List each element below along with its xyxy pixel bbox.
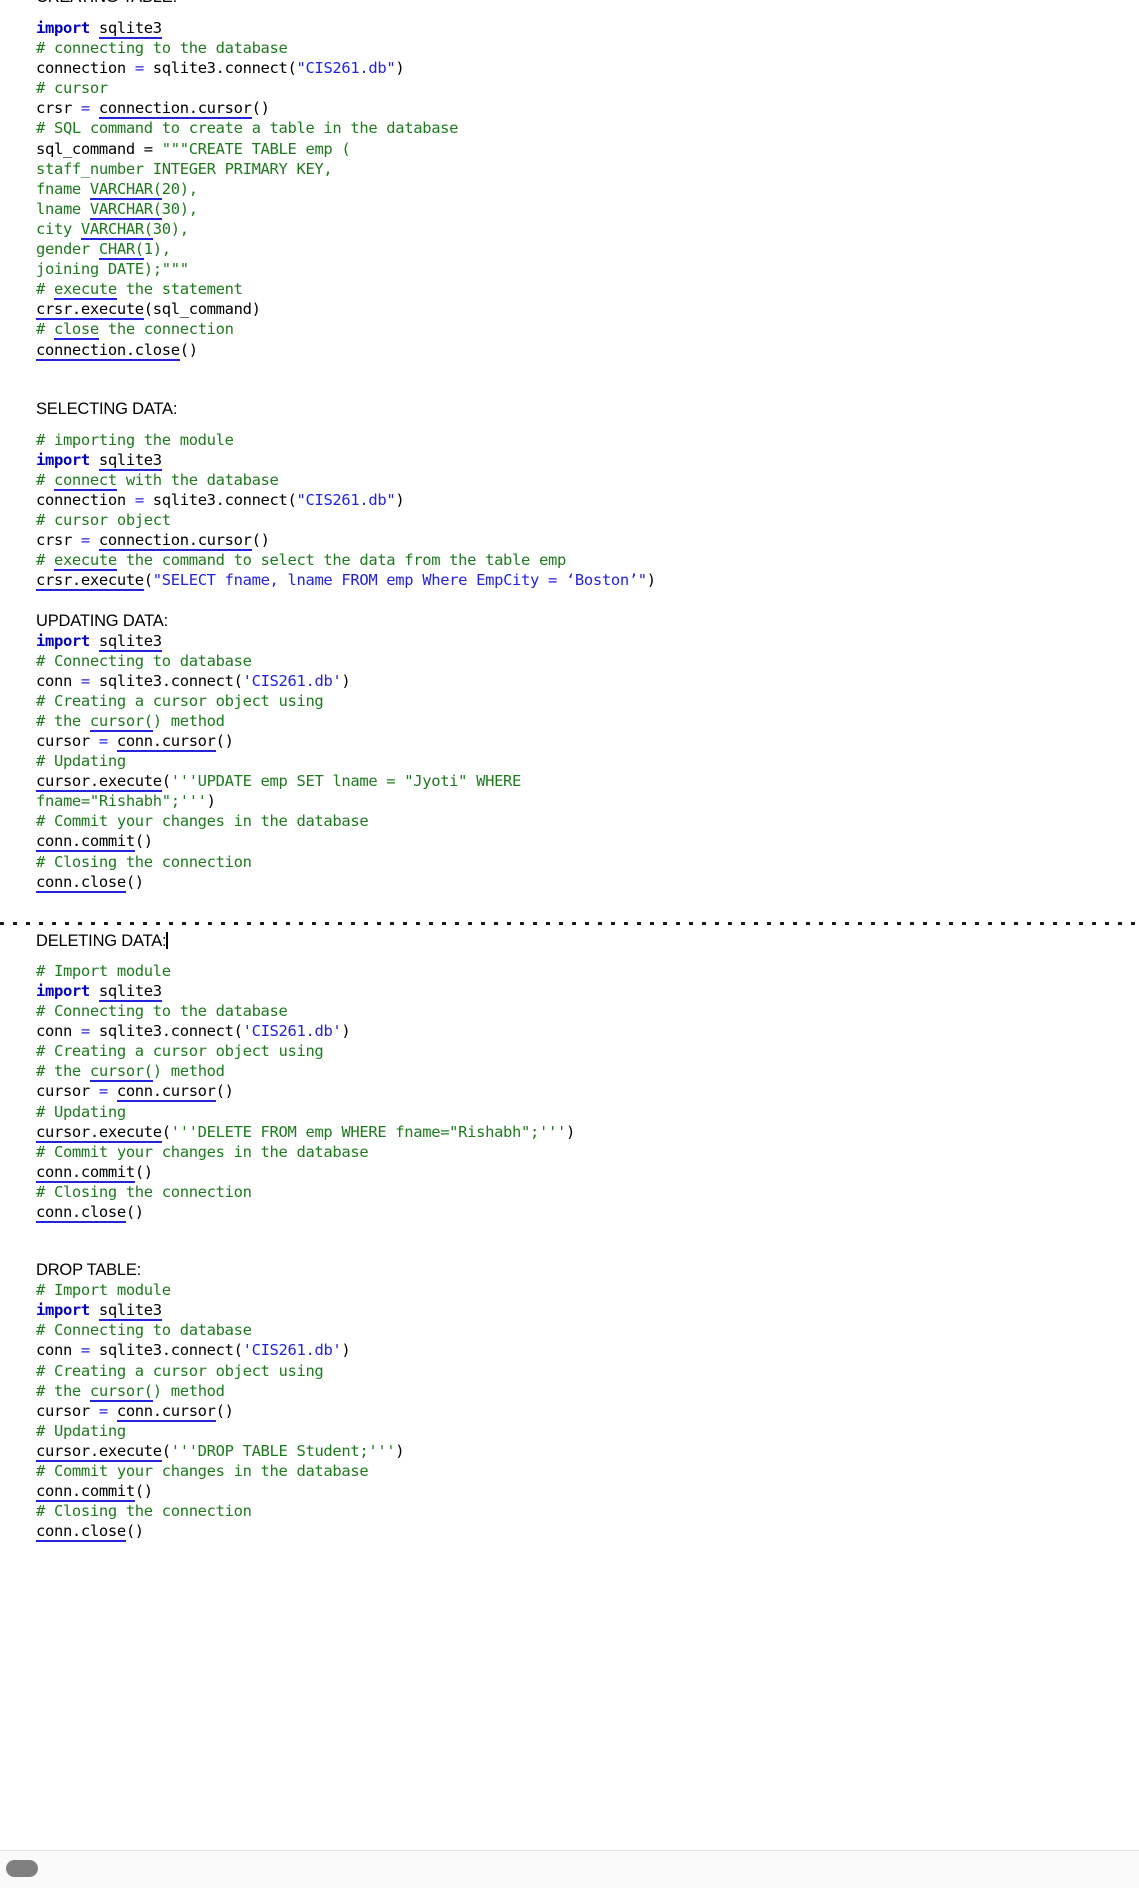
code-line: # cursor object xyxy=(36,511,171,530)
code-line: import sqlite3 xyxy=(36,631,162,652)
code-line: connection = sqlite3.connect("CIS261.db"… xyxy=(36,490,405,509)
code-line: # Creating a cursor object using xyxy=(36,1042,324,1061)
code-line: sql_command = """CREATE TABLE emp ( xyxy=(36,139,351,158)
code-line: cursor.execute('''UPDATE emp SET lname =… xyxy=(36,772,522,793)
code-line: fname="Rishabh";''') xyxy=(36,792,216,811)
code-line: conn.commit() xyxy=(36,1482,153,1503)
code-line: conn.close() xyxy=(36,872,144,893)
page-break-divider xyxy=(0,919,1139,927)
code-line: conn.commit() xyxy=(36,1162,153,1183)
code-line: # Updating xyxy=(36,1102,126,1121)
code-line: # execute the command to select the data… xyxy=(36,551,566,572)
code-line: # Closing the connection xyxy=(36,1182,252,1201)
code-line: # Closing the connection xyxy=(36,852,252,871)
code-line: # close the connection xyxy=(36,320,234,341)
code-line: joining DATE);""" xyxy=(36,260,189,279)
code-line: # the cursor() method xyxy=(36,1062,225,1083)
code-line: # Connecting to database xyxy=(36,651,252,670)
text-caret xyxy=(166,931,169,949)
code-line: # importing the module xyxy=(36,430,234,449)
code-line: lname VARCHAR(30), xyxy=(36,199,198,220)
code-line: # SQL command to create a table in the d… xyxy=(36,119,459,138)
code-line: conn.commit() xyxy=(36,832,153,853)
section-heading-deleting-data: DELETING DATA: xyxy=(0,931,1139,951)
code-line: import sqlite3 xyxy=(36,1301,162,1322)
code-line: # Commit your changes in the database xyxy=(36,1142,369,1161)
section-heading-creating-table: CREATING TABLE: xyxy=(0,0,1139,8)
code-line: cursor = conn.cursor() xyxy=(36,1082,234,1103)
code-line: # execute the statement xyxy=(36,280,243,301)
code-line: # cursor xyxy=(36,79,108,98)
section-heading-deleting-data-label: DELETING DATA: xyxy=(36,931,167,950)
code-line: crsr.execute(sql_command) xyxy=(36,300,261,321)
code-line: crsr = connection.cursor() xyxy=(36,99,270,120)
code-line: # Import module xyxy=(36,961,171,980)
section-heading-updating-data: UPDATING DATA: xyxy=(36,611,168,630)
section-heading-drop-table: DROP TABLE: xyxy=(36,1261,142,1280)
code-line: # Updating xyxy=(36,752,126,771)
code-line: cursor.execute('''DELETE FROM emp WHERE … xyxy=(36,1122,575,1143)
code-line: # Commit your changes in the database xyxy=(36,812,369,831)
code-line: import sqlite3 xyxy=(36,981,162,1002)
code-line: conn = sqlite3.connect('CIS261.db') xyxy=(36,1022,351,1041)
code-line: import sqlite3 xyxy=(36,450,162,471)
code-line: staff_number INTEGER PRIMARY KEY, xyxy=(36,159,333,178)
horizontal-scrollbar-thumb[interactable] xyxy=(6,1860,38,1877)
code-line: conn.close() xyxy=(36,1522,144,1543)
horizontal-scrollbar[interactable] xyxy=(0,1850,1139,1888)
code-line: # Commit your changes in the database xyxy=(36,1462,369,1480)
code-line: # the cursor() method xyxy=(36,1381,225,1402)
code-line: cursor.execute('''DROP TABLE Student;'''… xyxy=(36,1441,405,1462)
code-line: connection = sqlite3.connect("CIS261.db"… xyxy=(36,59,405,78)
document-body: CREATING TABLE: import sqlite3 # connect… xyxy=(0,0,1139,1581)
code-line: crsr = connection.cursor() xyxy=(36,531,270,552)
code-line: # Creating a cursor object using xyxy=(36,1361,324,1380)
code-line: # Connecting to the database xyxy=(36,1002,288,1021)
code-line: gender CHAR(1), xyxy=(36,240,171,261)
code-line: # Connecting to database xyxy=(36,1321,252,1340)
code-line: import sqlite3 xyxy=(36,19,162,39)
code-line: # Closing the connection xyxy=(36,1502,252,1521)
section-heading-selecting-data: SELECTING DATA: xyxy=(36,399,178,418)
code-line: # connecting to the database xyxy=(36,39,288,58)
code-line: crsr.execute("SELECT fname, lname FROM e… xyxy=(36,571,656,592)
code-line: cursor = conn.cursor() xyxy=(36,1401,234,1422)
code-line: conn.close() xyxy=(36,1202,144,1223)
code-line: city VARCHAR(30), xyxy=(36,219,189,240)
code-line: # Import module xyxy=(36,1281,171,1300)
document-canvas[interactable]: CREATING TABLE: import sqlite3 # connect… xyxy=(0,0,1139,1833)
code-line: # Updating xyxy=(36,1421,126,1440)
code-line: # connect with the database xyxy=(36,470,279,491)
code-line: conn = sqlite3.connect('CIS261.db') xyxy=(36,1341,351,1360)
code-line: fname VARCHAR(20), xyxy=(36,179,198,200)
code-line: # Creating a cursor object using xyxy=(36,691,324,710)
code-line: conn = sqlite3.connect('CIS261.db') xyxy=(36,671,351,690)
code-line: # the cursor() method xyxy=(36,711,225,732)
code-line: cursor = conn.cursor() xyxy=(36,732,234,752)
code-line: connection.close() xyxy=(36,340,198,361)
